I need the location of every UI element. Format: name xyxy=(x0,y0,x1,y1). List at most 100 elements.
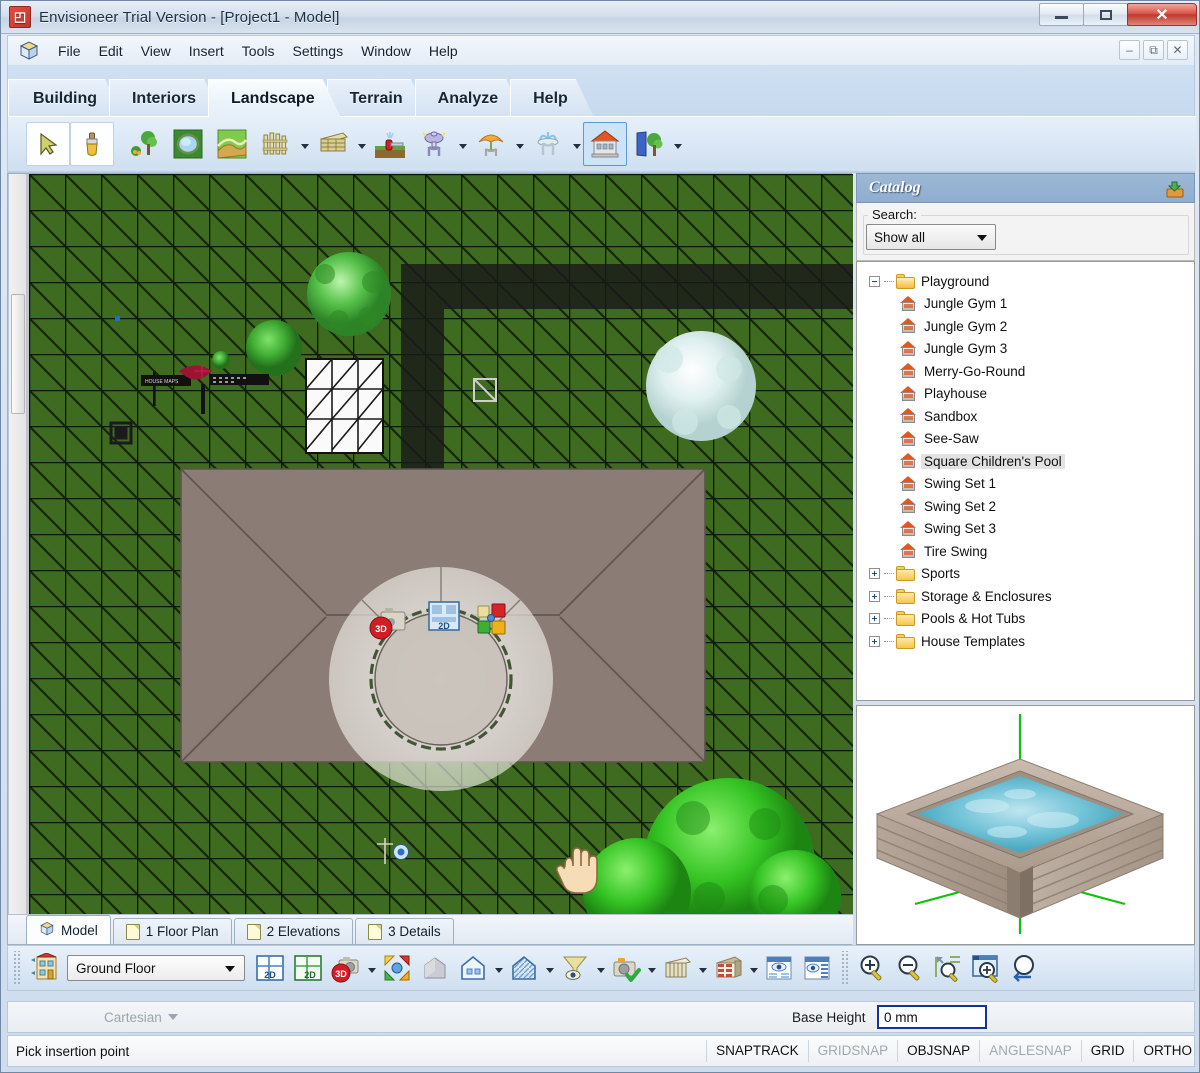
tree-item-swing-set-1[interactable]: Swing Set 1 xyxy=(869,473,1194,496)
tab-analyze[interactable]: Analyze xyxy=(415,79,524,117)
model-drawing-canvas[interactable]: HOUSE MAPS 3D 2D xyxy=(29,174,853,916)
maximize-button[interactable] xyxy=(1083,3,1128,26)
tree-item-sandbox[interactable]: Sandbox xyxy=(869,405,1194,428)
fence-tool[interactable] xyxy=(254,122,298,166)
menu-help[interactable]: Help xyxy=(420,40,467,62)
plants-tree-tool[interactable] xyxy=(122,122,166,166)
menu-view[interactable]: View xyxy=(132,40,180,62)
sprinkler-irrigation-tool[interactable] xyxy=(368,122,412,166)
filter-view-dropdown[interactable] xyxy=(594,949,607,987)
hatched-house-icon[interactable] xyxy=(505,949,543,987)
tab-interiors[interactable]: Interiors xyxy=(109,79,222,117)
coordinate-mode-select[interactable]: Cartesian xyxy=(104,1010,178,1025)
tree-folder-sports[interactable]: Sports xyxy=(869,563,1194,586)
tree-folder-house-templates[interactable]: House Templates xyxy=(869,630,1194,653)
minimize-button[interactable] xyxy=(1039,3,1084,26)
expand-icon[interactable] xyxy=(869,635,880,647)
deck-tool[interactable] xyxy=(311,122,355,166)
house-exterior-icon[interactable] xyxy=(454,949,492,987)
display-list-icon[interactable] xyxy=(798,949,836,987)
paintbrush-tool[interactable] xyxy=(70,122,114,166)
menu-settings[interactable]: Settings xyxy=(283,40,352,62)
tree-item-swing-set-2[interactable]: Swing Set 2 xyxy=(869,495,1194,518)
camera-snapshot-icon[interactable] xyxy=(607,949,645,987)
fountain-tool-dropdown[interactable] xyxy=(570,122,583,166)
expand-icon[interactable] xyxy=(869,613,880,625)
catalog-filter-select[interactable]: Show all xyxy=(866,224,996,250)
floor-level-select[interactable]: Ground Floor xyxy=(67,955,245,981)
menu-tools[interactable]: Tools xyxy=(233,40,284,62)
fountain-tool[interactable] xyxy=(526,122,570,166)
toolbar-grip[interactable] xyxy=(12,951,20,985)
roof-framing-dropdown[interactable] xyxy=(696,949,709,987)
outdoor-lighting-tool[interactable] xyxy=(412,122,456,166)
doc-tab-details[interactable]: 3 Details xyxy=(355,918,454,944)
tree-item-swing-set-3[interactable]: Swing Set 3 xyxy=(869,518,1194,541)
base-height-input[interactable]: 0 mm xyxy=(877,1005,987,1029)
tree-item-see-saw[interactable]: See-Saw xyxy=(869,428,1194,451)
status-flag-anglesnap[interactable]: ANGLESNAP xyxy=(979,1040,1081,1062)
house-exterior-dropdown[interactable] xyxy=(492,949,505,987)
tree-item-square-childrens-pool[interactable]: Square Children's Pool xyxy=(869,450,1194,473)
landscape-library-tool[interactable] xyxy=(627,122,671,166)
deck-tool-dropdown[interactable] xyxy=(355,122,368,166)
view-2d-icon[interactable]: 2D xyxy=(251,949,289,987)
roof-framing-icon[interactable] xyxy=(658,949,696,987)
playground-structure-tool[interactable] xyxy=(583,122,627,166)
patio-umbrella-tool[interactable] xyxy=(469,122,513,166)
solid-model-icon[interactable] xyxy=(416,949,454,987)
tab-terrain[interactable]: Terrain xyxy=(327,79,429,117)
export-catalog-icon[interactable] xyxy=(1166,180,1184,203)
hatched-house-dropdown[interactable] xyxy=(543,949,556,987)
zoom-extents-icon[interactable] xyxy=(929,949,967,987)
status-flag-objsnap[interactable]: OBJSNAP xyxy=(897,1040,979,1062)
zoom-out-icon[interactable] xyxy=(891,949,929,987)
zoom-window-icon[interactable] xyxy=(967,949,1005,987)
tree-folder-playground[interactable]: Playground xyxy=(869,270,1194,293)
menu-edit[interactable]: Edit xyxy=(90,40,132,62)
close-button[interactable]: ✕ xyxy=(1127,3,1197,26)
move-arrows-icon[interactable] xyxy=(378,949,416,987)
tree-item-jungle-gym-2[interactable]: Jungle Gym 2 xyxy=(869,315,1194,338)
fence-tool-dropdown[interactable] xyxy=(298,122,311,166)
mdi-close-button[interactable]: ✕ xyxy=(1167,40,1188,60)
view-2d-furnished-icon[interactable]: 2D xyxy=(289,949,327,987)
toolbar-grip-2[interactable] xyxy=(840,951,848,985)
doc-tab-elevations[interactable]: 2 Elevations xyxy=(233,918,354,944)
view-3d-camera-icon[interactable]: 3D xyxy=(327,949,365,987)
tab-landscape[interactable]: Landscape xyxy=(208,79,341,117)
zoom-in-icon[interactable] xyxy=(853,949,891,987)
tree-folder-storage-enclosures[interactable]: Storage & Enclosures xyxy=(869,585,1194,608)
expand-icon[interactable] xyxy=(869,568,880,580)
mdi-restore-button[interactable]: ⧉ xyxy=(1143,40,1164,60)
canvas-vertical-scrollbar[interactable] xyxy=(9,174,27,916)
menu-insert[interactable]: Insert xyxy=(180,40,233,62)
tree-item-playhouse[interactable]: Playhouse xyxy=(869,383,1194,406)
status-flag-grid[interactable]: GRID xyxy=(1080,1040,1134,1062)
camera-snapshot-dropdown[interactable] xyxy=(645,949,658,987)
tree-item-merry-go-round[interactable]: Merry-Go-Round xyxy=(869,360,1194,383)
status-flag-ortho[interactable]: ORTHO xyxy=(1133,1040,1194,1062)
scrollbar-thumb[interactable] xyxy=(11,294,25,414)
path-walkway-tool[interactable] xyxy=(210,122,254,166)
landscape-library-tool-dropdown[interactable] xyxy=(671,122,684,166)
select-arrow-tool[interactable] xyxy=(26,122,70,166)
tree-item-jungle-gym-1[interactable]: Jungle Gym 1 xyxy=(869,293,1194,316)
status-flag-gridsnap[interactable]: GRIDSNAP xyxy=(807,1040,898,1062)
tree-item-jungle-gym-3[interactable]: Jungle Gym 3 xyxy=(869,338,1194,361)
status-flag-snaptrack[interactable]: SNAPTRACK xyxy=(706,1040,808,1062)
view-3d-dropdown[interactable] xyxy=(365,949,378,987)
pond-water-feature-tool[interactable] xyxy=(166,122,210,166)
wall-materials-dropdown[interactable] xyxy=(747,949,760,987)
tab-help[interactable]: Help xyxy=(510,79,594,117)
collapse-icon[interactable] xyxy=(869,275,880,287)
catalog-3d-preview[interactable] xyxy=(856,705,1195,945)
menu-file[interactable]: File xyxy=(49,40,90,62)
patio-umbrella-tool-dropdown[interactable] xyxy=(513,122,526,166)
expand-icon[interactable] xyxy=(869,590,880,602)
catalog-tree[interactable]: Playground Jungle Gym 1 Jungle Gym 2 Jun… xyxy=(856,261,1195,701)
mdi-minimize-button[interactable]: – xyxy=(1119,40,1140,60)
outdoor-lighting-tool-dropdown[interactable] xyxy=(456,122,469,166)
display-properties-icon[interactable] xyxy=(760,949,798,987)
zoom-previous-icon[interactable] xyxy=(1005,949,1043,987)
